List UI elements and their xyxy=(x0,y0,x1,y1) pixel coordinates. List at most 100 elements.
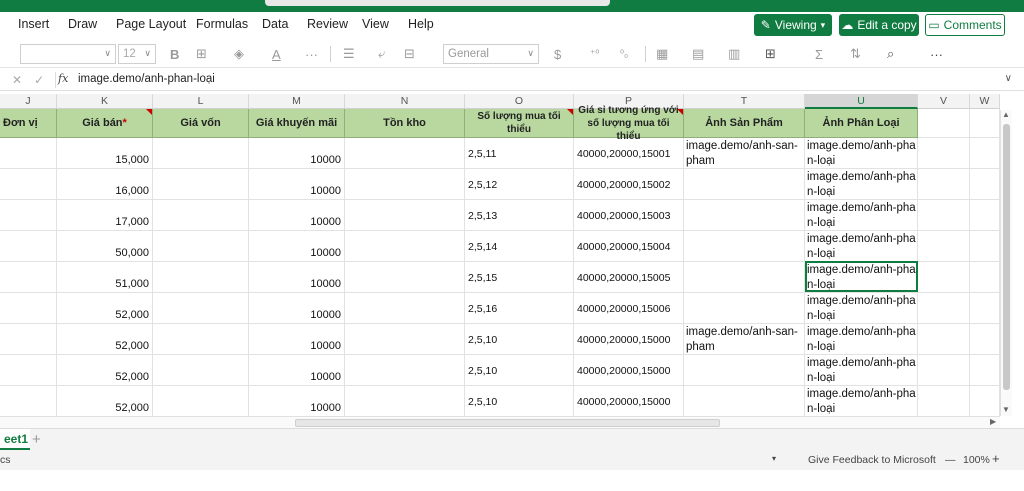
increase-decimal-icon[interactable]: ⁺⁰ xyxy=(590,45,599,63)
formula-input[interactable]: image.demo/anh-phan-loại xyxy=(78,73,215,85)
edit-copy-button[interactable]: ☁ Edit a copy xyxy=(839,14,919,36)
conditional-format-icon[interactable]: ▦ xyxy=(656,45,668,63)
cell-m[interactable]: 10000 xyxy=(249,355,345,386)
empty-cell[interactable] xyxy=(153,169,249,200)
cell-k[interactable]: 51,000 xyxy=(57,262,153,293)
empty-cell[interactable] xyxy=(153,231,249,262)
empty-cell[interactable] xyxy=(918,386,970,416)
empty-cell[interactable] xyxy=(0,169,57,200)
cell-o[interactable]: 2,5,10 xyxy=(465,324,574,355)
cell-k[interactable]: 17,000 xyxy=(57,200,153,231)
cell-p[interactable]: 40000,20000,15000 xyxy=(574,355,684,386)
cell-o[interactable]: 2,5,15 xyxy=(465,262,574,293)
vertical-scroll-thumb[interactable] xyxy=(1003,124,1010,390)
header-cell-j[interactable]: Đơn vị xyxy=(0,109,57,138)
cell-p[interactable]: 40000,20000,15005 xyxy=(574,262,684,293)
empty-cell[interactable] xyxy=(970,293,1000,324)
check-icon[interactable]: ✓ xyxy=(34,73,44,87)
cell-o[interactable]: 2,5,11 xyxy=(465,138,574,169)
cell-o[interactable]: 2,5,10 xyxy=(465,386,574,416)
chevron-down-icon[interactable]: ▾ xyxy=(772,454,776,463)
empty-cell[interactable] xyxy=(153,324,249,355)
scroll-up-icon[interactable]: ▲ xyxy=(1002,110,1010,119)
header-cell-k[interactable]: Giá bán * xyxy=(57,109,153,138)
header-cell-l[interactable]: Giá vốn xyxy=(153,109,249,138)
cell-p[interactable]: 40000,20000,15006 xyxy=(574,293,684,324)
comments-button[interactable]: ▭ Comments xyxy=(925,14,1005,36)
empty-cell[interactable] xyxy=(0,138,57,169)
cell-u[interactable]: image.demo/anh-phan-loại xyxy=(805,355,918,386)
font-size-select[interactable]: 12 ∨ xyxy=(118,44,156,64)
empty-cell[interactable] xyxy=(918,355,970,386)
number-format-select[interactable]: General ∨ xyxy=(443,44,539,64)
empty-cell[interactable] xyxy=(345,355,465,386)
cell-t[interactable] xyxy=(684,293,805,324)
empty-cell[interactable] xyxy=(153,386,249,416)
menu-help[interactable]: Help xyxy=(408,17,434,31)
cell-u[interactable]: image.demo/anh-phan-loại xyxy=(805,200,918,231)
cell-m[interactable]: 10000 xyxy=(249,293,345,324)
chevron-down-icon[interactable]: ∨ xyxy=(1005,73,1012,84)
borders-icon[interactable]: ⊞ xyxy=(196,45,207,63)
cell-m[interactable]: 10000 xyxy=(249,200,345,231)
cell-k[interactable]: 52,000 xyxy=(57,324,153,355)
cell-p[interactable]: 40000,20000,15000 xyxy=(574,386,684,416)
cell-u[interactable]: image.demo/anh-phan-loại xyxy=(805,138,918,169)
cell-u[interactable]: image.demo/anh-phan-loại xyxy=(805,324,918,355)
cell-p[interactable]: 40000,20000,15003 xyxy=(574,200,684,231)
empty-cell[interactable] xyxy=(970,200,1000,231)
find-icon[interactable]: ⌕ xyxy=(887,45,894,63)
insert-cells-icon[interactable]: ⊞ xyxy=(765,45,776,63)
sheet-tab[interactable]: eet1 xyxy=(0,429,30,450)
horizontal-scroll-thumb[interactable] xyxy=(295,419,720,427)
empty-cell[interactable] xyxy=(970,169,1000,200)
feedback-link[interactable]: Give Feedback to Microsoft xyxy=(808,454,936,466)
empty-cell[interactable] xyxy=(345,231,465,262)
cell-k[interactable]: 52,000 xyxy=(57,386,153,416)
cell-t[interactable] xyxy=(684,386,805,416)
menu-formulas[interactable]: Formulas xyxy=(196,17,248,31)
zoom-out-icon[interactable]: — xyxy=(945,454,956,466)
empty-cell[interactable] xyxy=(153,200,249,231)
cell-m[interactable]: 10000 xyxy=(249,231,345,262)
cell-styles-icon[interactable]: ▥ xyxy=(728,45,740,63)
column-header-j[interactable]: J xyxy=(0,94,57,109)
cell-t[interactable] xyxy=(684,231,805,262)
viewing-button[interactable]: ✎ Viewing ▾ xyxy=(754,14,832,36)
scroll-right-icon[interactable]: ▶ xyxy=(990,417,996,426)
menu-view[interactable]: View xyxy=(362,17,389,31)
header-cell-m[interactable]: Giá khuyến mãi xyxy=(249,109,345,138)
menu-insert[interactable]: Insert xyxy=(18,17,49,31)
empty-cell[interactable] xyxy=(918,200,970,231)
cell-m[interactable]: 10000 xyxy=(249,169,345,200)
cancel-icon[interactable]: ✕ xyxy=(12,73,22,87)
column-header-t[interactable]: T xyxy=(684,94,805,109)
header-cell-o[interactable]: Số lượng mua tối thiểu xyxy=(465,109,574,138)
autosum-icon[interactable]: Σ xyxy=(815,45,823,63)
empty-cell[interactable] xyxy=(970,138,1000,169)
empty-cell[interactable] xyxy=(0,293,57,324)
column-header-l[interactable]: L xyxy=(153,94,249,109)
cell-t[interactable] xyxy=(684,200,805,231)
cell-u[interactable]: image.demo/anh-phan-loại xyxy=(805,262,918,293)
empty-cell[interactable] xyxy=(345,386,465,416)
menu-data[interactable]: Data xyxy=(262,17,288,31)
header-cell-n[interactable]: Tồn kho xyxy=(345,109,465,138)
empty-cell[interactable] xyxy=(153,262,249,293)
cell-m[interactable]: 10000 xyxy=(249,138,345,169)
empty-cell[interactable] xyxy=(0,231,57,262)
cell-k[interactable]: 52,000 xyxy=(57,355,153,386)
cell-u[interactable]: image.demo/anh-phan-loại xyxy=(805,386,918,416)
cell-t[interactable] xyxy=(684,169,805,200)
empty-cell[interactable] xyxy=(970,231,1000,262)
empty-cell[interactable] xyxy=(345,138,465,169)
cell-t[interactable] xyxy=(684,262,805,293)
cell-u[interactable]: image.demo/anh-phan-loại xyxy=(805,231,918,262)
empty-cell[interactable] xyxy=(153,355,249,386)
cell-o[interactable]: 2,5,10 xyxy=(465,355,574,386)
empty-cell[interactable] xyxy=(0,386,57,416)
cell-u[interactable]: image.demo/anh-phan-loại xyxy=(805,293,918,324)
empty-cell[interactable] xyxy=(918,109,970,138)
cell-o[interactable]: 2,5,14 xyxy=(465,231,574,262)
cell-m[interactable]: 10000 xyxy=(249,324,345,355)
